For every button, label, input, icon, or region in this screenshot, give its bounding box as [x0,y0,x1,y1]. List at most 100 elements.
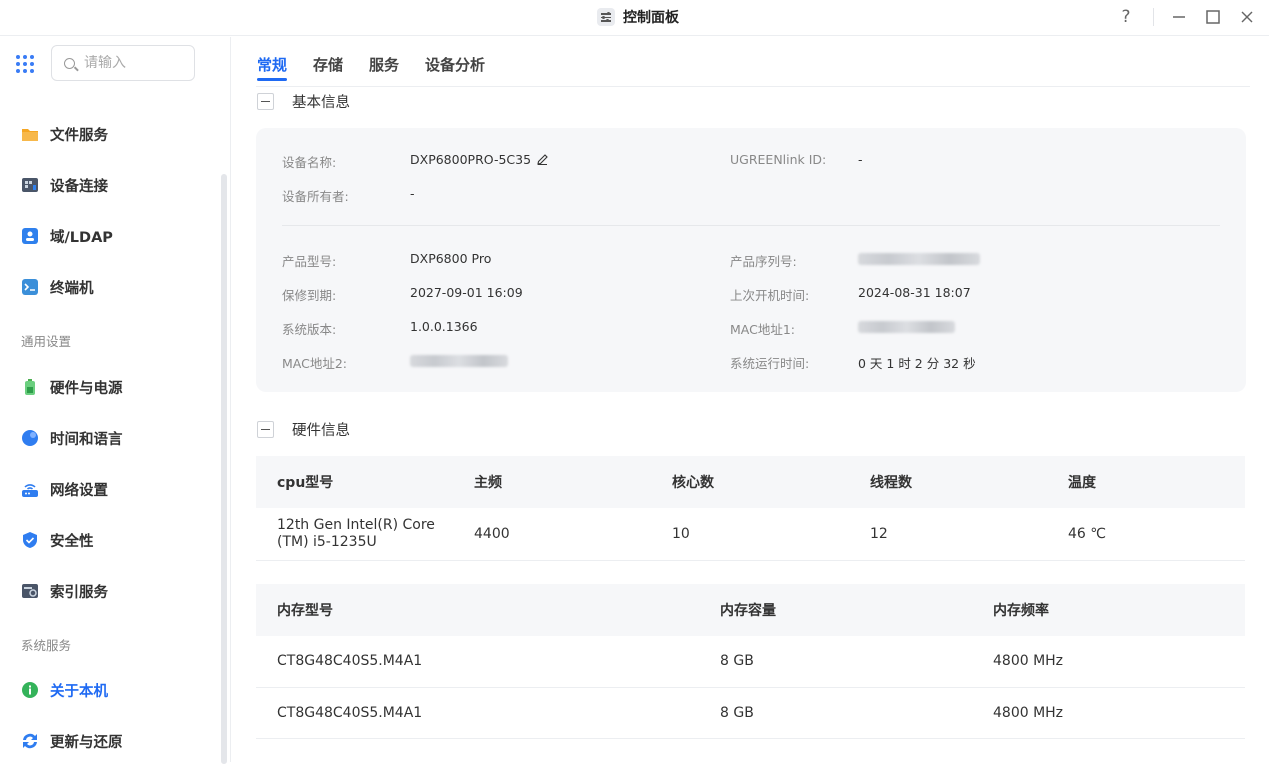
mem-model-cell: CT8G48C40S5.M4A1 [256,636,699,688]
sidebar-item-about[interactable]: 关于本机 [21,679,108,701]
cpu-cores-cell: 10 [651,508,849,561]
mem-frequency-cell: 4800 MHz [972,687,1245,739]
sidebar-item-network[interactable]: 网络设置 [21,478,108,500]
mem-header-frequency: 内存频率 [972,584,1245,636]
title-separator [1153,8,1154,26]
cpu-header-frequency: 主频 [453,456,651,508]
basic-info-card: 设备名称: DXP6800PRO-5C35 UGREENlink ID: - 设… [256,128,1246,392]
sidebar-scrollbar[interactable] [221,174,227,764]
cpu-threads-cell: 12 [849,508,1047,561]
owner-value: - [410,186,415,201]
search-icon [64,57,75,69]
ldap-icon [22,228,38,244]
cpu-header-cores: 核心数 [651,456,849,508]
close-icon [1241,11,1253,23]
sidebar-item-ldap[interactable]: 域/LDAP [21,225,113,247]
last-boot-value: 2024-08-31 18:07 [858,285,971,300]
minimize-icon [1173,16,1185,18]
info-icon [22,682,38,698]
edit-icon[interactable] [537,154,548,165]
last-boot-label: 上次开机时间: [730,288,810,303]
app-grid-icon[interactable] [16,55,34,73]
sidebar-item-time-language[interactable]: 时间和语言 [21,427,123,449]
serial-value-redacted [858,253,980,268]
battery-icon [25,379,35,395]
window-title: 控制面板 [623,10,679,26]
router-icon [22,484,38,497]
minimize-button[interactable] [1166,4,1192,30]
model-label: 产品型号: [282,254,337,269]
cpu-frequency-cell: 4400 [453,508,651,561]
hardware-info-title: 硬件信息 [292,422,350,439]
table-row: 12th Gen Intel(R) Core (TM) i5-1235U 440… [256,508,1245,561]
tab-general[interactable]: 常规 [257,54,288,82]
device-name-label: 设备名称: [282,155,337,170]
warranty-label: 保修到期: [282,288,337,303]
mem-capacity-cell: 8 GB [699,636,972,688]
mac2-value-redacted [410,355,508,370]
cpu-header-threads: 线程数 [849,456,1047,508]
question-icon: ? [1121,7,1131,27]
terminal-icon [22,279,38,295]
collapse-basic-info-button[interactable] [257,92,274,110]
model-value: DXP6800 Pro [410,251,492,266]
cpu-table-header: cpu型号 主频 核心数 线程数 温度 [256,456,1245,508]
card-divider [282,225,1220,226]
cpu-table: cpu型号 主频 核心数 线程数 温度 12th Gen Intel(R) Co… [256,456,1245,561]
version-label: 系统版本: [282,322,337,337]
mem-frequency-cell: 4800 MHz [972,636,1245,688]
section-label-system: 系统服务 [21,638,72,653]
hardware-info-header: 硬件信息 [257,419,350,439]
memory-table: 内存型号 内存容量 内存频率 CT8G48C40S5.M4A1 8 GB 480… [256,584,1245,739]
uptime-label: 系统运行时间: [730,356,810,371]
maximize-icon [1206,10,1220,24]
cpu-header-temperature: 温度 [1047,456,1245,508]
collapse-hardware-info-button[interactable] [257,420,274,438]
table-row: CT8G48C40S5.M4A1 8 GB 4800 MHz [256,687,1245,739]
main-content: 常规 存储 服务 设备分析 基本信息 设备名称: DXP6800PRO-5C35… [232,37,1269,762]
cpu-header-model: cpu型号 [256,456,453,508]
uptime-value: 0 天 1 时 2 分 32 秒 [858,356,976,371]
sidebar-item-index[interactable]: 索引服务 [21,580,108,602]
mac1-value-redacted [858,321,955,336]
section-label-general: 通用设置 [21,334,72,349]
maximize-button[interactable] [1200,4,1226,30]
close-button[interactable] [1234,4,1260,30]
sidebar-item-hardware-power[interactable]: 硬件与电源 [21,376,123,398]
memory-table-header: 内存型号 内存容量 内存频率 [256,584,1245,636]
sidebar-item-file-service[interactable]: 文件服务 [21,123,108,145]
cpu-model-cell: 12th Gen Intel(R) Core (TM) i5-1235U [256,508,453,561]
tab-device-analysis[interactable]: 设备分析 [425,54,485,82]
help-button[interactable]: ? [1113,4,1139,30]
ugreenlink-label: UGREENlink ID: [730,152,827,167]
owner-label: 设备所有者: [282,189,349,204]
mac2-label: MAC地址2: [282,356,348,371]
globe-icon [22,430,38,446]
table-row: CT8G48C40S5.M4A1 8 GB 4800 MHz [256,636,1245,688]
serial-label: 产品序列号: [730,254,797,269]
control-panel-icon [597,8,615,26]
tabs-divider [256,86,1250,87]
device-name-value-wrap: DXP6800PRO-5C35 [410,152,548,167]
tab-services[interactable]: 服务 [369,54,399,82]
sidebar-item-device-connect[interactable]: 设备连接 [21,174,108,196]
mem-model-cell: CT8G48C40S5.M4A1 [256,687,699,739]
sync-icon [23,733,37,749]
basic-info-header: 基本信息 [257,91,350,111]
cpu-temperature-cell: 46 ℃ [1047,508,1245,561]
search-box[interactable] [51,45,195,81]
sidebar-item-security[interactable]: 安全性 [21,529,94,551]
tab-storage[interactable]: 存储 [313,54,343,82]
mac1-label: MAC地址1: [730,322,796,337]
shield-icon [23,532,37,548]
warranty-value: 2027-09-01 16:09 [410,285,523,300]
sidebar-item-terminal[interactable]: 终端机 [21,276,94,298]
sidebar: 文件服务 设备连接 域/LDAP 终端机 通用设置 硬件与电源 时间和语言 网络… [0,37,231,764]
tab-bar: 常规 存储 服务 设备分析 [257,54,485,82]
window-title-group: 控制面板 [597,7,679,27]
basic-info-title: 基本信息 [292,94,350,111]
search-input[interactable] [84,55,179,71]
sidebar-item-update-restore[interactable]: 更新与还原 [21,730,123,752]
mem-header-capacity: 内存容量 [699,584,972,636]
index-icon [22,584,38,598]
